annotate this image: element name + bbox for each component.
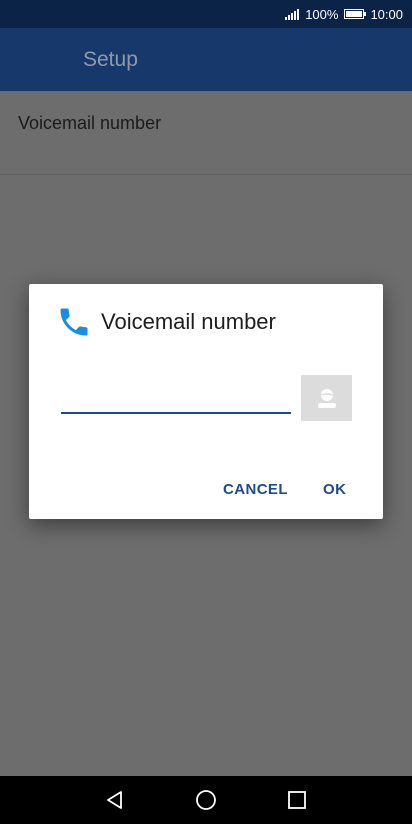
- voicemail-number-input[interactable]: [61, 384, 291, 414]
- battery-icon: [344, 9, 367, 19]
- signal-icon: [285, 8, 300, 20]
- status-bar: 100% 10:00: [0, 0, 412, 28]
- phone-icon: [60, 308, 88, 336]
- home-button[interactable]: [192, 786, 220, 814]
- contact-icon: [317, 389, 336, 408]
- navigation-bar: [0, 776, 412, 824]
- dialog-title: Voicemail number: [101, 309, 276, 334]
- back-button[interactable]: [101, 786, 129, 814]
- list-item-label: Voicemail number: [18, 113, 162, 133]
- list-item-voicemail-number[interactable]: Voicemail number: [0, 91, 412, 175]
- ok-button[interactable]: OK: [321, 477, 348, 502]
- back-icon: [107, 791, 123, 809]
- app-bar: Setup: [0, 28, 412, 91]
- recents-icon: [287, 791, 306, 809]
- voicemail-number-dialog: Voicemail number CANCEL OK: [29, 284, 383, 519]
- page-title: Setup: [83, 47, 138, 71]
- recents-button[interactable]: [283, 786, 311, 814]
- dialog-header: Voicemail number: [56, 304, 276, 340]
- clock: 10:00: [370, 6, 403, 22]
- battery-percent: 100%: [305, 6, 339, 22]
- home-icon: [196, 790, 216, 810]
- cancel-button[interactable]: CANCEL: [221, 477, 290, 502]
- contact-picker-button[interactable]: [301, 375, 352, 421]
